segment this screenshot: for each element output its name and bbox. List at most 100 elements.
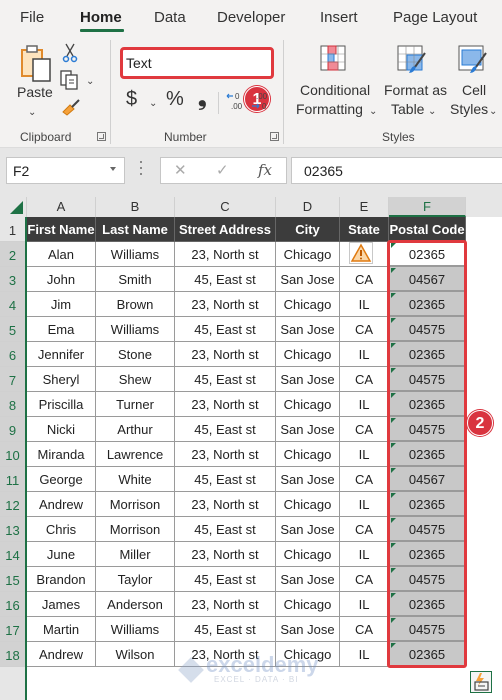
increase-decimal-icon[interactable]: 0 .00 <box>225 90 247 117</box>
row-header-15[interactable]: 15 <box>0 567 25 592</box>
cell-last[interactable]: Williams <box>96 242 175 267</box>
formula-input[interactable]: 02365 <box>291 157 502 184</box>
cell-last[interactable]: Morrison <box>96 517 175 542</box>
cell-first[interactable]: Alan <box>27 242 96 267</box>
paste-label[interactable]: Paste <box>17 83 53 102</box>
row-header-6[interactable]: 6 <box>0 342 25 367</box>
cell-street[interactable]: 45, East st <box>175 417 276 442</box>
cell-city[interactable]: San Jose <box>276 367 340 392</box>
cell-postal[interactable]: 02365 <box>389 542 466 567</box>
cell-city[interactable]: San Jose <box>276 417 340 442</box>
cell-last[interactable]: Anderson <box>96 592 175 617</box>
format-as-table-label-1[interactable]: Format as <box>384 81 447 100</box>
cell-postal[interactable]: 02365 <box>389 292 466 317</box>
column-header-f[interactable]: F <box>389 197 466 217</box>
cell-last[interactable]: Morrison <box>96 492 175 517</box>
cell-styles-label-2[interactable]: Styles <box>450 100 488 119</box>
row-header-5[interactable]: 5 <box>0 317 25 342</box>
column-header-b[interactable]: B <box>96 197 175 217</box>
row-header-13[interactable]: 13 <box>0 517 25 542</box>
cell-street[interactable]: 23, North st <box>175 342 276 367</box>
header-cell-first-name[interactable]: First Name <box>27 217 96 242</box>
cell-first[interactable]: Martin <box>27 617 96 642</box>
cell-city[interactable]: Chicago <box>276 592 340 617</box>
cell-state[interactable]: CA <box>340 517 389 542</box>
cell-city[interactable]: San Jose <box>276 467 340 492</box>
row-header-1[interactable]: 1 <box>0 217 25 242</box>
cell-last[interactable]: Stone <box>96 342 175 367</box>
number-format-dropdown[interactable]: Text <box>120 47 274 79</box>
tab-file[interactable]: File <box>20 9 44 26</box>
cell-last[interactable]: Williams <box>96 617 175 642</box>
cell-street[interactable]: 45, East st <box>175 517 276 542</box>
cell-city[interactable]: Chicago <box>276 342 340 367</box>
cell-postal[interactable]: 02365 <box>389 342 466 367</box>
cell-styles-icon[interactable] <box>458 45 488 80</box>
copy-icon[interactable] <box>60 70 80 95</box>
cell-postal[interactable]: 02365 <box>389 242 466 267</box>
cancel-icon[interactable]: ✕ <box>174 161 187 179</box>
row-header-11[interactable]: 11 <box>0 467 25 492</box>
cell-street[interactable]: 45, East st <box>175 567 276 592</box>
cell-street[interactable]: 45, East st <box>175 317 276 342</box>
cell-postal[interactable]: 02365 <box>389 642 466 667</box>
copy-dropdown-chevron-icon[interactable]: ⌄ <box>86 72 94 91</box>
currency-format-button[interactable]: $ <box>126 89 137 109</box>
cell-city[interactable]: Chicago <box>276 392 340 417</box>
row-header-3[interactable]: 3 <box>0 267 25 292</box>
percent-style-button[interactable]: % <box>166 89 184 109</box>
enter-icon[interactable]: ✓ <box>216 161 229 179</box>
cell-state[interactable]: CA <box>340 417 389 442</box>
cell-first[interactable]: Miranda <box>27 442 96 467</box>
header-cell-postal-code[interactable]: Postal Code <box>389 217 466 242</box>
cell-street[interactable]: 23, North st <box>175 542 276 567</box>
cell-state[interactable]: IL <box>340 542 389 567</box>
cell-postal[interactable]: 04575 <box>389 567 466 592</box>
cell-first[interactable]: Ema <box>27 317 96 342</box>
cell-first[interactable]: June <box>27 542 96 567</box>
cell-street[interactable]: 23, North st <box>175 642 276 667</box>
row-header-14[interactable]: 14 <box>0 542 25 567</box>
header-cell-last-name[interactable]: Last Name <box>96 217 175 242</box>
row-header-9[interactable]: 9 <box>0 417 25 442</box>
currency-dropdown-chevron-icon[interactable]: ⌄ <box>149 94 157 113</box>
cell-styles-label-1[interactable]: Cell <box>462 81 486 100</box>
cell-street[interactable]: 23, North st <box>175 592 276 617</box>
cell-street[interactable]: 23, North st <box>175 242 276 267</box>
tab-data[interactable]: Data <box>154 9 186 26</box>
row-header-16[interactable]: 16 <box>0 592 25 617</box>
cell-state[interactable]: CA <box>340 467 389 492</box>
cell-postal[interactable]: 04575 <box>389 417 466 442</box>
cell-first[interactable]: Chris <box>27 517 96 542</box>
column-header-e[interactable]: E <box>340 197 389 217</box>
cell-city[interactable]: Chicago <box>276 442 340 467</box>
cell-state[interactable]: IL <box>340 292 389 317</box>
cell-street[interactable]: 45, East st <box>175 467 276 492</box>
cell-city[interactable]: San Jose <box>276 317 340 342</box>
cell-city[interactable]: Chicago <box>276 242 340 267</box>
row-header-17[interactable]: 17 <box>0 617 25 642</box>
cell-postal[interactable]: 04567 <box>389 467 466 492</box>
cell-last[interactable]: Miller <box>96 542 175 567</box>
conditional-formatting-chevron-icon[interactable]: ⌄ <box>369 102 377 121</box>
cell-street[interactable]: 23, North st <box>175 292 276 317</box>
paste-icon[interactable] <box>18 43 54 88</box>
cell-first[interactable]: Nicki <box>27 417 96 442</box>
cell-last[interactable]: Williams <box>96 317 175 342</box>
comma-style-button[interactable]: ❟ <box>198 87 207 109</box>
cell-street[interactable]: 23, North st <box>175 492 276 517</box>
cell-first[interactable]: James <box>27 592 96 617</box>
column-header-d[interactable]: D <box>276 197 340 217</box>
formula-bar-resize-handle[interactable] <box>140 161 143 181</box>
cell-postal[interactable]: 04575 <box>389 367 466 392</box>
format-as-table-chevron-icon[interactable]: ⌄ <box>428 102 436 121</box>
cell-last[interactable]: White <box>96 467 175 492</box>
conditional-formatting-icon[interactable] <box>320 45 346 76</box>
cell-first[interactable]: George <box>27 467 96 492</box>
cell-first[interactable]: John <box>27 267 96 292</box>
cell-first[interactable]: Jim <box>27 292 96 317</box>
paste-dropdown-chevron-icon[interactable]: ⌄ <box>28 103 36 122</box>
cell-last[interactable]: Wilson <box>96 642 175 667</box>
cell-postal[interactable]: 02365 <box>389 442 466 467</box>
row-header-12[interactable]: 12 <box>0 492 25 517</box>
